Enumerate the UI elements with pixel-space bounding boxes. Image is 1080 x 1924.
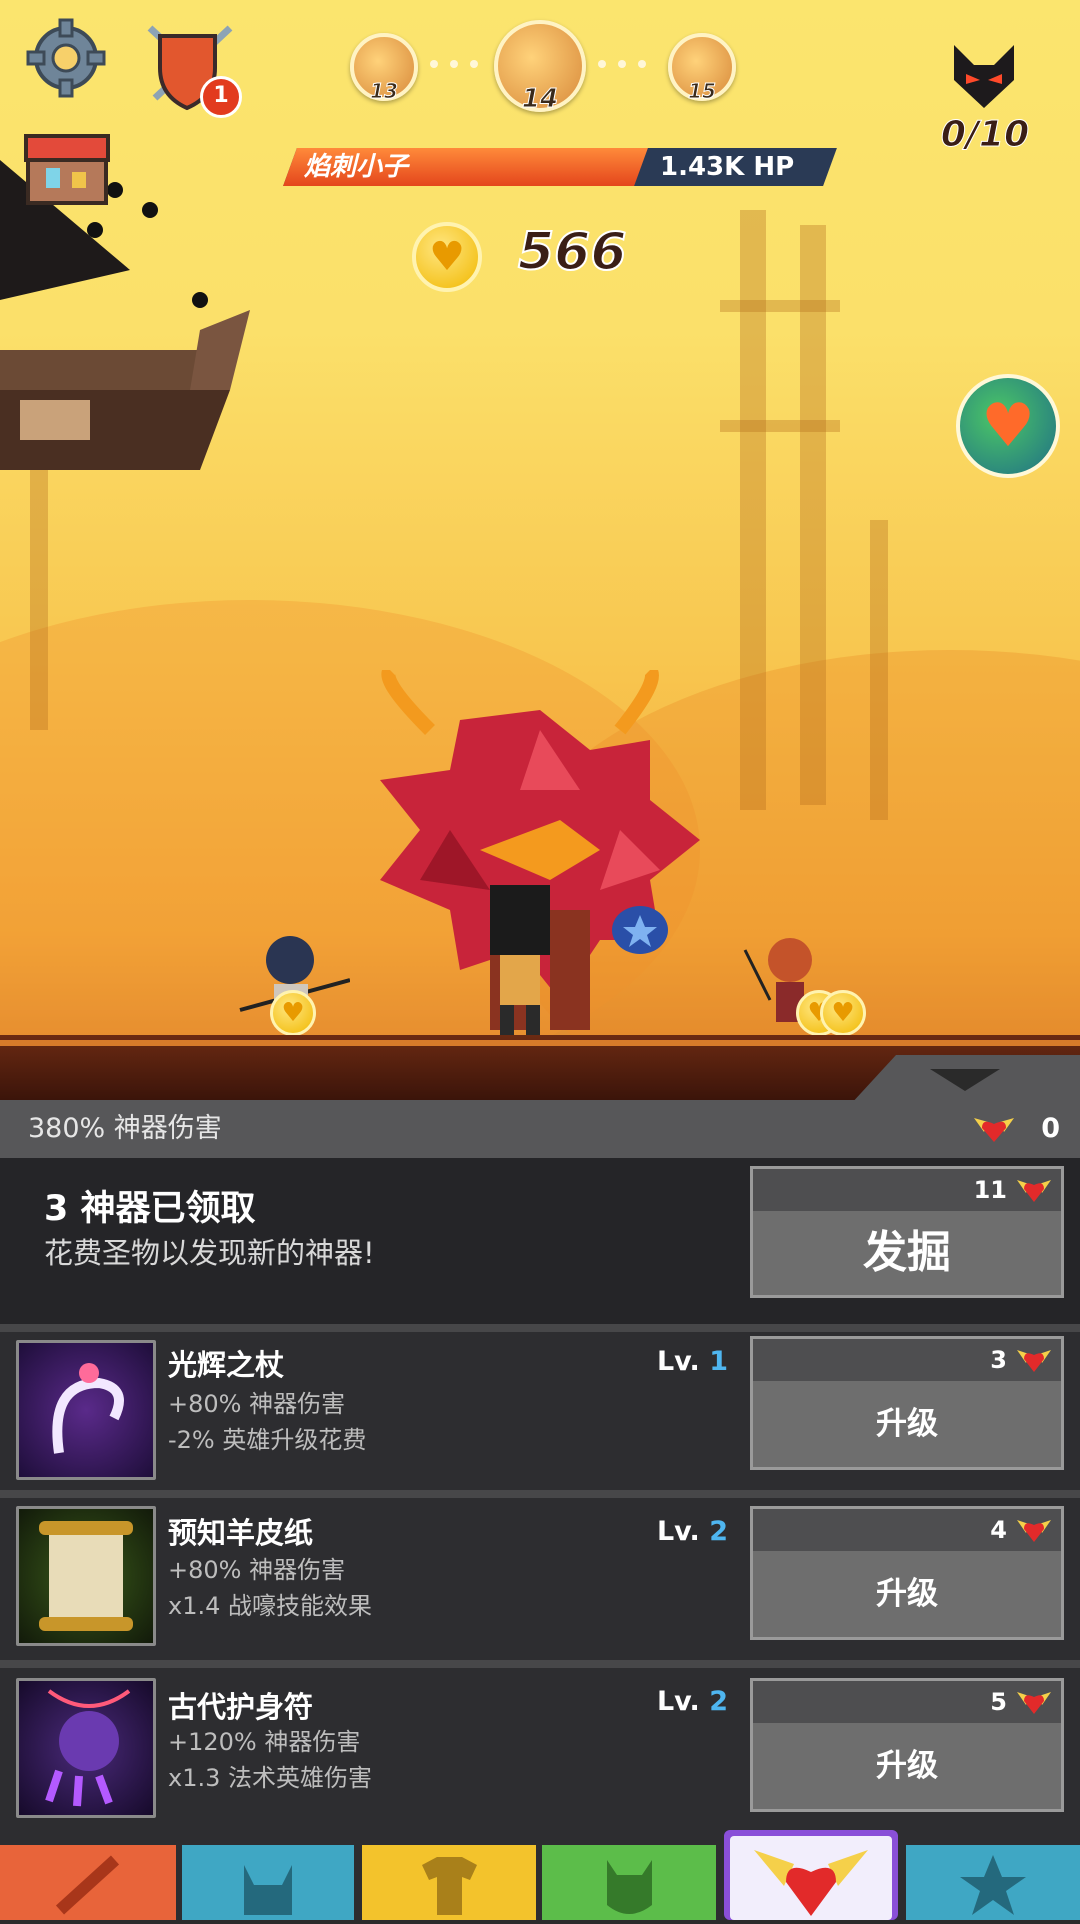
chevron-down-icon — [930, 1069, 1000, 1091]
background-tower — [870, 520, 888, 820]
tab-equipment[interactable] — [362, 1845, 536, 1920]
shop-stall-icon — [24, 134, 110, 205]
stage-dot — [598, 60, 606, 68]
heal-button[interactable]: ♥ — [956, 374, 1060, 478]
artifact-effect: +80% 神器伤害 — [168, 1556, 346, 1584]
artifact-level: Lv. 2 — [656, 1516, 728, 1547]
artifact-name: 光辉之杖 — [168, 1348, 285, 1382]
armor-shirt-icon — [362, 1845, 536, 1920]
notification-badge: 1 — [200, 76, 242, 118]
background-tower — [720, 300, 840, 312]
dropped-coin[interactable]: ♥ — [270, 990, 316, 1036]
artifact-name: 预知羊皮纸 — [168, 1516, 314, 1550]
enemy-name: 焰刺小子 — [304, 152, 409, 182]
ground-rail — [0, 1040, 1080, 1046]
upgrade-button[interactable]: 5 升级 — [750, 1678, 1064, 1812]
artifact-bonus-bar: 380% 神器伤害 0 — [0, 1100, 1080, 1158]
dig-cost: 11 — [973, 1176, 1007, 1204]
boss-icon — [944, 40, 1024, 110]
stage-dot — [470, 60, 478, 68]
winged-heart-icon — [1017, 1350, 1051, 1372]
tab-pets[interactable] — [542, 1845, 716, 1920]
winged-heart-icon — [1017, 1180, 1051, 1202]
upgrade-cost: 3 — [990, 1346, 1007, 1374]
winged-heart-icon — [1017, 1520, 1051, 1542]
boss-progress: 0/10 — [940, 114, 1030, 156]
stage-dot — [638, 60, 646, 68]
tab-artifacts[interactable] — [724, 1830, 898, 1920]
tab-hero[interactable] — [0, 1845, 176, 1920]
claimed-subtitle: 花费圣物以发现新的神器! — [44, 1236, 375, 1270]
clan-button[interactable]: 1 — [140, 18, 242, 118]
background-tower — [720, 420, 840, 432]
dropped-coin[interactable]: ♥ — [820, 990, 866, 1036]
heart-icon: ♥ — [981, 391, 1035, 461]
upgrade-label: 升级 — [876, 1748, 938, 1784]
artifact-row: 光辉之杖 +80% 神器伤害 -2% 英雄升级花费 Lv. 1 3 升级 — [0, 1332, 1080, 1490]
amulet-icon — [16, 1678, 156, 1818]
bottom-tab-bar — [0, 1830, 1080, 1920]
stage-dot — [618, 60, 626, 68]
star-icon — [906, 1845, 1080, 1920]
winged-heart-icon — [724, 1830, 898, 1920]
sword-icon — [0, 1845, 176, 1920]
divider — [0, 1660, 1080, 1668]
artifact-effect: x1.3 法术英雄伤害 — [168, 1764, 372, 1792]
relic-count: 0 — [1041, 1113, 1060, 1144]
artifact-effect: x1.4 战嚎技能效果 — [168, 1592, 372, 1620]
dig-label: 发掘 — [863, 1227, 951, 1278]
dig-button[interactable]: 11 发掘 — [750, 1166, 1064, 1298]
stage-previous: 13 — [350, 33, 418, 104]
scroll-icon — [16, 1506, 156, 1646]
upgrade-button[interactable]: 3 升级 — [750, 1336, 1064, 1470]
hero-main — [490, 885, 550, 1040]
tab-heroes[interactable] — [182, 1845, 354, 1920]
artifact-row: 古代护身符 +120% 神器伤害 x1.3 法术英雄伤害 Lv. 2 5 升级 — [0, 1668, 1080, 1832]
stage-dot — [430, 60, 438, 68]
artifact-level: Lv. 1 — [656, 1346, 728, 1377]
upgrade-cost: 4 — [990, 1516, 1007, 1544]
pet-creature — [612, 906, 668, 954]
stage-dot — [450, 60, 458, 68]
game-scene[interactable]: 1 13 14 15 0/10 焰刺小子 1.43K HP ♥ 566 ♥ ♥ … — [0, 0, 1080, 1100]
shop-button[interactable] — [22, 128, 112, 208]
background-tower — [800, 225, 826, 805]
pet-icon — [542, 1845, 716, 1920]
damage-bonus: 380% 神器伤害 — [28, 1113, 222, 1144]
divider — [0, 1324, 1080, 1332]
enemy-hp: 1.43K HP — [660, 152, 795, 182]
stage-next: 15 — [668, 33, 736, 104]
relic-coin-icon: ♥ — [412, 222, 482, 292]
artifact-row: 预知羊皮纸 +80% 神器伤害 x1.4 战嚎技能效果 Lv. 2 4 升级 — [0, 1498, 1080, 1660]
tab-achievements[interactable] — [906, 1845, 1080, 1920]
upgrade-label: 升级 — [876, 1406, 938, 1442]
upgrade-cost: 5 — [990, 1688, 1007, 1716]
artifact-level: Lv. 2 — [656, 1686, 728, 1717]
upgrade-label: 升级 — [876, 1576, 938, 1612]
artifact-effect: -2% 英雄升级花费 — [168, 1426, 367, 1454]
divider — [0, 1490, 1080, 1498]
viking-helmet-icon — [182, 1845, 354, 1920]
radiant-staff-icon — [16, 1340, 156, 1480]
artifact-name: 古代护身符 — [168, 1690, 314, 1724]
upgrade-button[interactable]: 4 升级 — [750, 1506, 1064, 1640]
relic-currency: 566 — [517, 221, 628, 283]
dig-section: 3 神器已领取 花费圣物以发现新的神器! 11 发掘 — [0, 1158, 1080, 1324]
claimed-title: 3 神器已领取 — [44, 1189, 256, 1229]
winged-heart-icon — [1017, 1692, 1051, 1714]
winged-heart-icon — [974, 1118, 1014, 1142]
stage-current: 14 — [494, 20, 586, 115]
gear-icon — [26, 18, 106, 98]
artifact-effect: +120% 神器伤害 — [168, 1728, 361, 1756]
settings-button[interactable] — [26, 18, 106, 98]
artifact-effect: +80% 神器伤害 — [168, 1390, 346, 1418]
